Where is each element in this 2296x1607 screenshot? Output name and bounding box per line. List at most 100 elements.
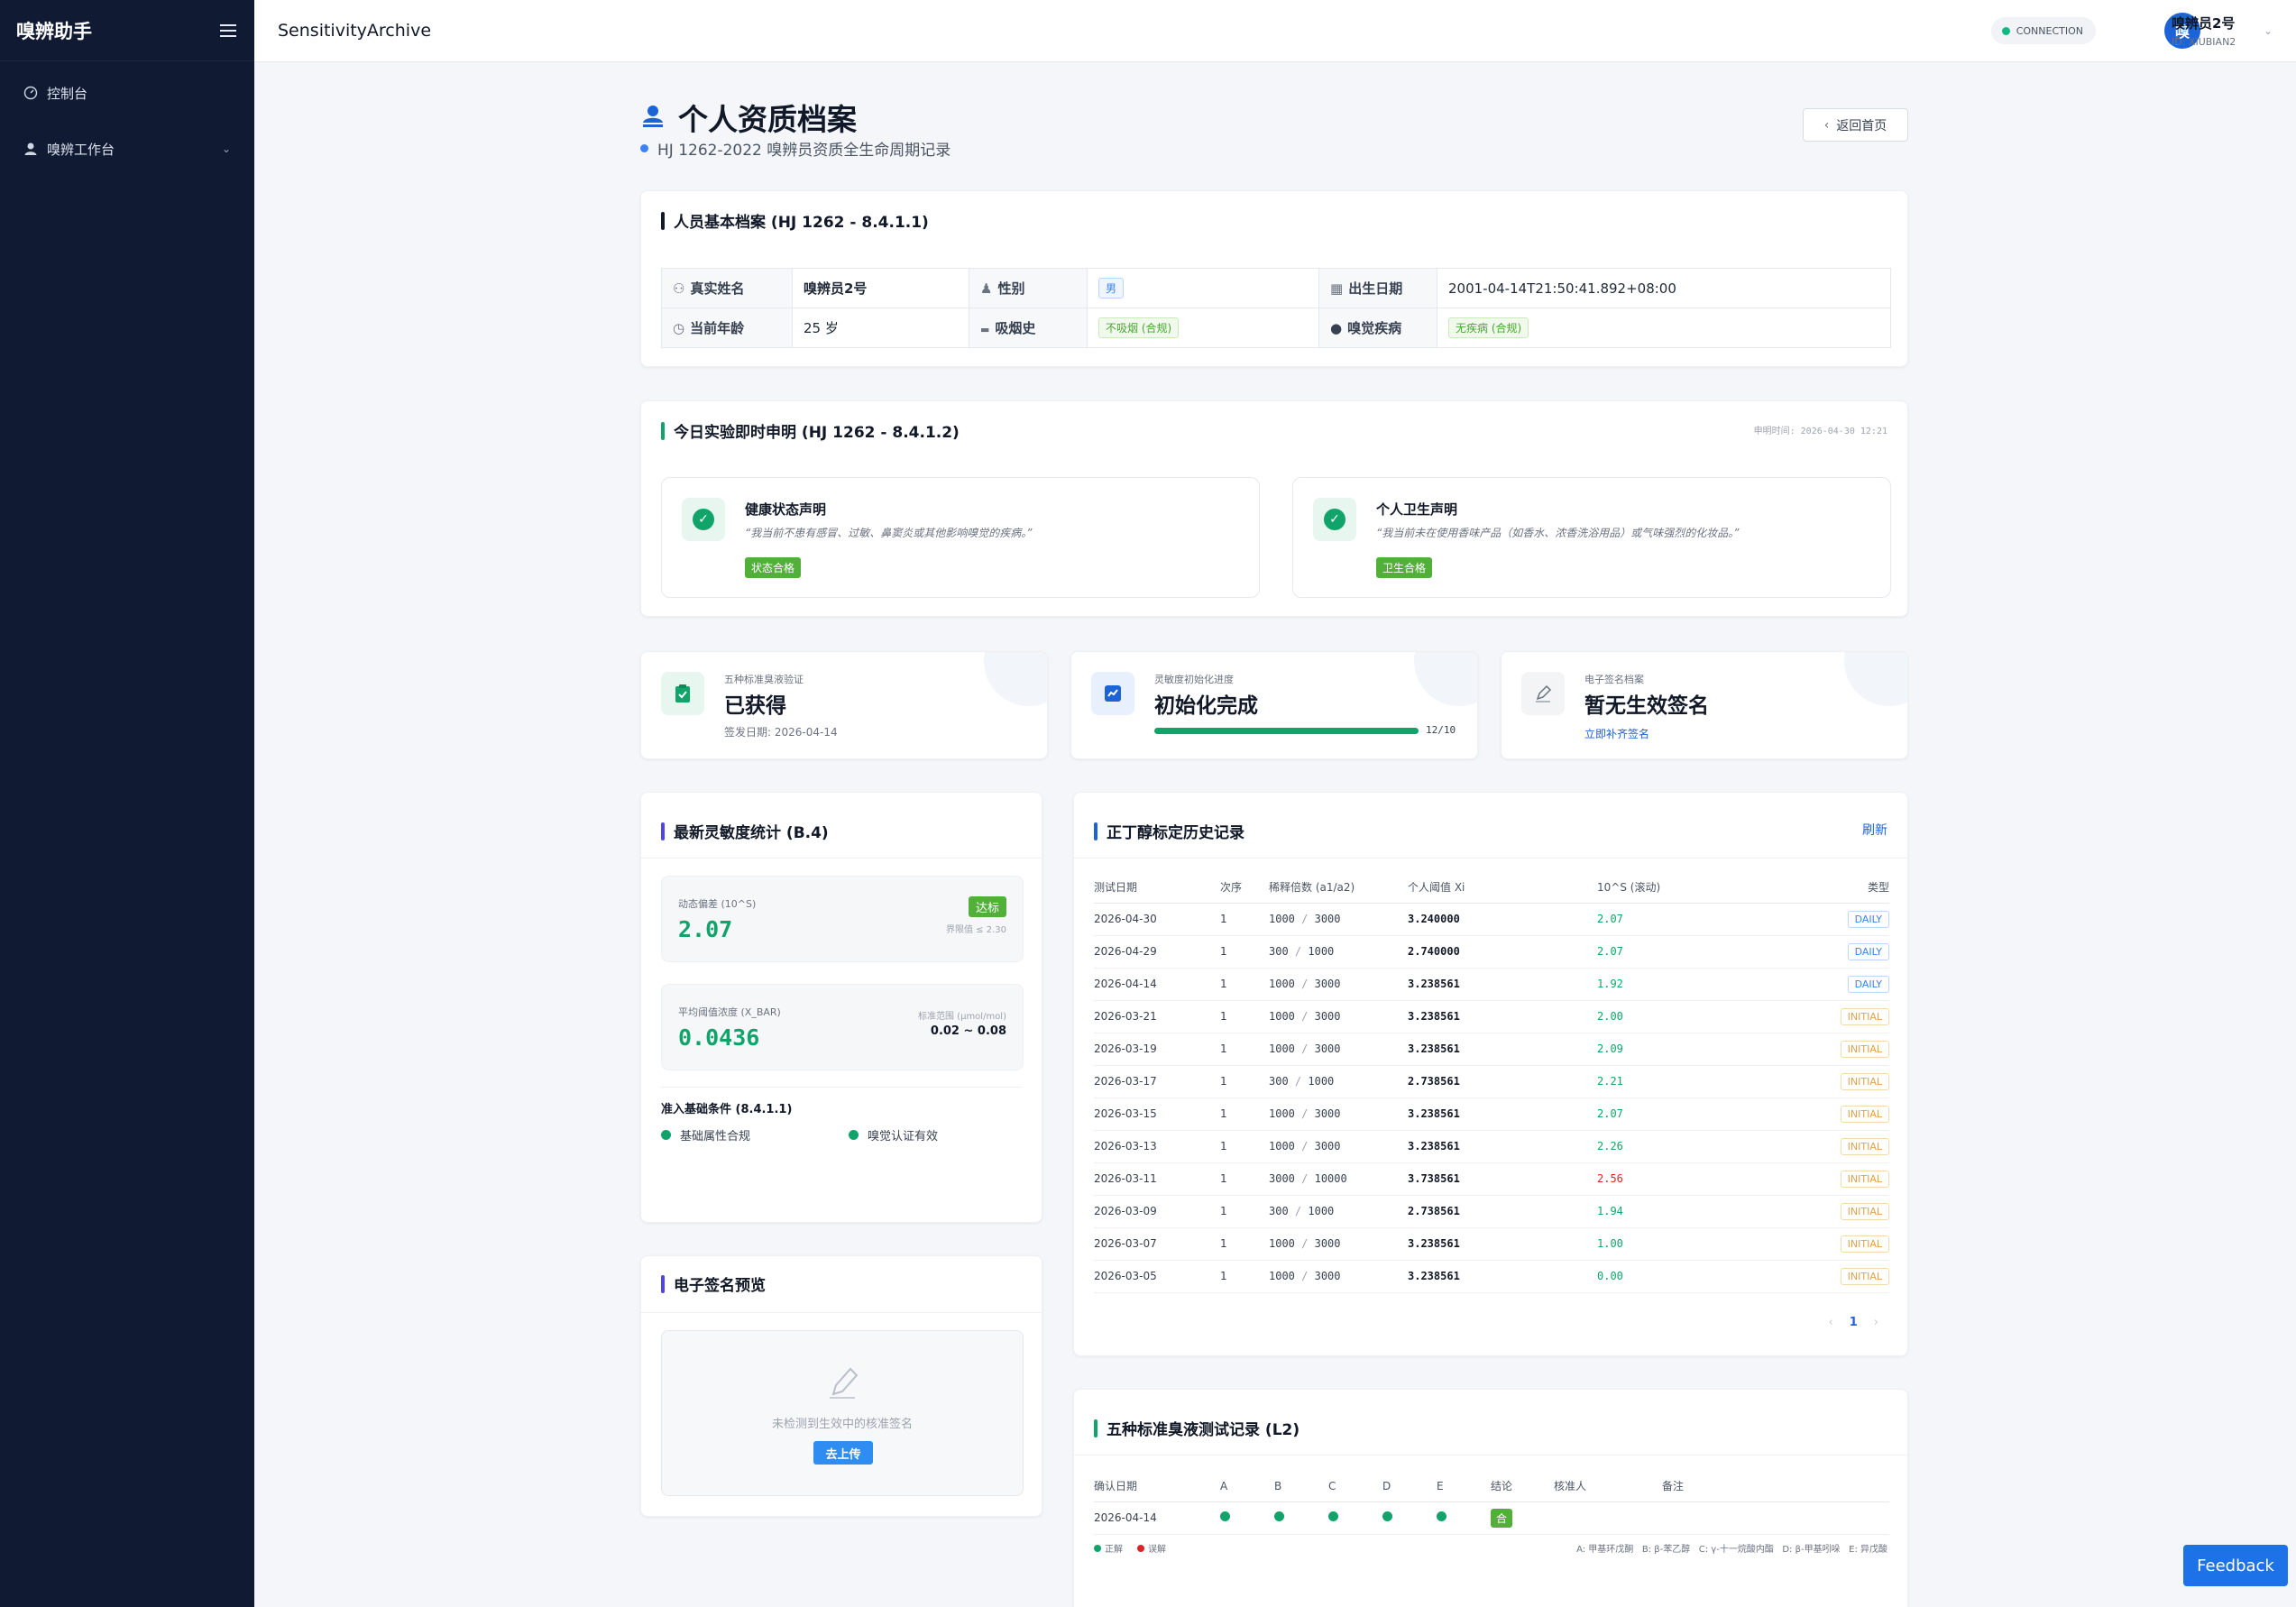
person-icon: ♟ — [980, 280, 993, 297]
row-dilution: 300 / 1000 — [1269, 1065, 1408, 1098]
check-circle-icon: ✓ — [1313, 498, 1356, 541]
row-seq: 1 — [1220, 1195, 1269, 1228]
dynamic-deviation-box: 动态偏差 (10^S) 2.07 达标 界限值 ≤ 2.30 — [661, 876, 1024, 962]
column-header: 稀释倍数 (a1/a2) — [1269, 872, 1408, 904]
connection-status: CONNECTION — [1990, 17, 2096, 44]
row-rolling-s: 1.00 — [1597, 1227, 1823, 1261]
upload-button[interactable]: 去上传 — [813, 1441, 873, 1465]
refresh-button[interactable]: 刷新 — [1862, 821, 1887, 839]
sensitivity-card: 最新灵敏度统计 (B.4) 动态偏差 (10^S) 2.07 达标 界限值 ≤ … — [640, 792, 1042, 1223]
legend-correct-label: 正解 — [1105, 1545, 1123, 1555]
sidebar: 嗅辨助手 控制台 嗅辨工作台 ⌄ — [0, 0, 254, 1607]
history-table: 测试日期 次序 稀释倍数 (a1/a2) 个人阈值 Xi 10^S (滚动) 类型 202… — [1094, 872, 1889, 1293]
connection-label: CONNECTION — [2016, 24, 2083, 37]
smoke-value-cell: 不吸烟 (合规) — [1087, 308, 1319, 348]
table-header-row: 测试日期 次序 稀释倍数 (a1/a2) 个人阈值 Xi 10^S (滚动) 类型 — [1094, 872, 1889, 904]
menu-toggle-icon[interactable] — [220, 23, 236, 37]
dilution-a2: 3000 — [1314, 1270, 1341, 1282]
row-threshold: 3.240000 — [1408, 903, 1597, 936]
pen-icon — [826, 1364, 860, 1405]
row-date: 2026-03-07 — [1094, 1227, 1220, 1261]
result-e — [1437, 1501, 1491, 1535]
table-row: 2026-03-05 1 1000 / 3000 3.238561 0.00 INITIA… — [1094, 1260, 1889, 1293]
signature-empty-text: 未检测到生效中的核准签名 — [771, 1418, 913, 1431]
name-value: 嗅辨员2号 — [792, 268, 969, 308]
sidebar-item-label: 控制台 — [47, 85, 88, 102]
chevron-down-icon[interactable]: ⌄ — [2264, 24, 2273, 37]
history-title: 正丁醇标定历史记录 — [1107, 824, 1244, 842]
odor-value: 已获得 — [724, 694, 786, 718]
user-info[interactable]: 嗅辨员2号 ID: XIUBIAN2 — [2172, 14, 2247, 48]
chart-icon — [1091, 672, 1134, 715]
row-dilution: 1000 / 3000 — [1269, 1130, 1408, 1163]
card-title: 今日实验即时申明 (HJ 1262 - 8.4.1.2) — [661, 419, 960, 442]
legend-wrong-label: 误解 — [1148, 1545, 1166, 1555]
dilution-a2: 1000 — [1308, 1205, 1335, 1217]
hygiene-declaration: ✓ 个人卫生声明 “我当前未在使用香味产品（如香水、浓香洗浴用品）或气味强烈的化… — [1292, 477, 1891, 598]
odor-caption: 五种标准臭液验证 — [724, 674, 804, 685]
row-threshold: 3.238561 — [1408, 1130, 1597, 1163]
row-dilution: 300 / 1000 — [1269, 935, 1408, 969]
dilution-a1: 300 — [1269, 945, 1289, 958]
page-number[interactable]: 1 — [1850, 1316, 1858, 1329]
row-dilution: 1000 / 3000 — [1269, 1000, 1408, 1033]
sidebar-item-console[interactable]: 控制台 — [0, 65, 254, 121]
row-threshold: 2.738561 — [1408, 1065, 1597, 1098]
table-row: 2026-04-14 1 1000 / 3000 3.238561 1.92 DAILY — [1094, 968, 1889, 1001]
dilution-a2: 1000 — [1308, 1075, 1335, 1088]
row-dilution: 3000 / 10000 — [1269, 1162, 1408, 1196]
next-page-icon[interactable]: › — [1874, 1316, 1878, 1329]
avg-label: 平均阈值浓度 (X_BAR) — [678, 1006, 781, 1018]
status-dot-icon — [2001, 26, 2010, 35]
row-date: 2026-03-11 — [1094, 1162, 1220, 1196]
dilution-a1: 300 — [1269, 1075, 1289, 1088]
column-header: 次序 — [1220, 872, 1269, 904]
column-header: 结论 — [1491, 1471, 1554, 1502]
birth-label-cell: ▦ 出生日期 — [1318, 268, 1437, 308]
row-type-cell: INITIAL — [1823, 1130, 1889, 1163]
disease-label: 嗅觉疾病 — [1347, 320, 1402, 336]
dashboard-icon — [23, 86, 38, 100]
page-title: 个人资质档案 — [678, 102, 857, 137]
age-label: 当前年龄 — [690, 320, 745, 336]
dilution-a2: 10000 — [1314, 1172, 1347, 1185]
sign-now-link[interactable]: 立即补齐签名 — [1584, 726, 1649, 741]
clock-icon: ◷ — [673, 320, 685, 336]
birth-value: 2001-04-14T21:50:41.892+08:00 — [1437, 268, 1891, 308]
row-type-cell: INITIAL — [1823, 1162, 1889, 1196]
smoke-tag: 不吸烟 (合规) — [1098, 317, 1180, 338]
disease-label-cell: ● 嗅觉疾病 — [1318, 308, 1437, 348]
feedback-button[interactable]: Feedback — [2183, 1545, 2288, 1586]
row-seq: 1 — [1220, 935, 1269, 969]
range-value: 0.02 ~ 0.08 — [930, 1024, 1006, 1038]
profile-icon — [640, 103, 666, 132]
row-seq: 1 — [1220, 1000, 1269, 1033]
back-home-button[interactable]: ‹ 返回首页 — [1803, 108, 1908, 142]
card-title: 电子签名预览 — [661, 1272, 766, 1295]
sidebar-item-label: 嗅辨工作台 — [47, 141, 115, 158]
type-badge: INITIAL — [1840, 1202, 1889, 1220]
dyn-badge: 达标 — [968, 896, 1006, 917]
row-dilution: 1000 / 3000 — [1269, 968, 1408, 1001]
row-rolling-s: 2.07 — [1597, 1097, 1823, 1131]
row-date: 2026-03-17 — [1094, 1065, 1220, 1098]
table-row: 2026-04-30 1 1000 / 3000 3.240000 2.07 DAILY — [1094, 903, 1889, 936]
init-progress-card: 灵敏度初始化进度 初始化完成 12/10 — [1070, 651, 1478, 759]
row-threshold: 3.238561 — [1408, 1227, 1597, 1261]
avg-threshold-box: 平均阈值浓度 (X_BAR) 0.0436 标准范围 (μmol/mol) 0.… — [661, 984, 1024, 1070]
sidebar-item-workbench[interactable]: 嗅辨工作台 ⌄ — [0, 121, 254, 177]
page-subtitle-text: HJ 1262-2022 嗅辨员资质全生命周期记录 — [657, 142, 951, 160]
dilution-a2: 3000 — [1314, 1107, 1341, 1120]
row-type-cell: INITIAL — [1823, 1097, 1889, 1131]
sign-value: 暂无生效签名 — [1584, 694, 1709, 718]
sidebar-brand: 嗅辨助手 — [0, 0, 254, 61]
age-value: 25 岁 — [792, 308, 969, 348]
hygiene-title: 个人卫生声明 — [1376, 501, 1458, 518]
row-rolling-s: 2.07 — [1597, 935, 1823, 969]
card-title: 人员基本档案 (HJ 1262 - 8.4.1.1) — [661, 209, 929, 232]
column-header: B — [1274, 1471, 1328, 1502]
result-a — [1220, 1501, 1274, 1535]
prev-page-icon[interactable]: ‹ — [1829, 1316, 1833, 1329]
history-card: 正丁醇标定历史记录 刷新 测试日期 次序 稀释倍数 (a1/a2) 个人阈值 Xi 10… — [1073, 792, 1908, 1356]
row-seq: 1 — [1220, 1033, 1269, 1066]
